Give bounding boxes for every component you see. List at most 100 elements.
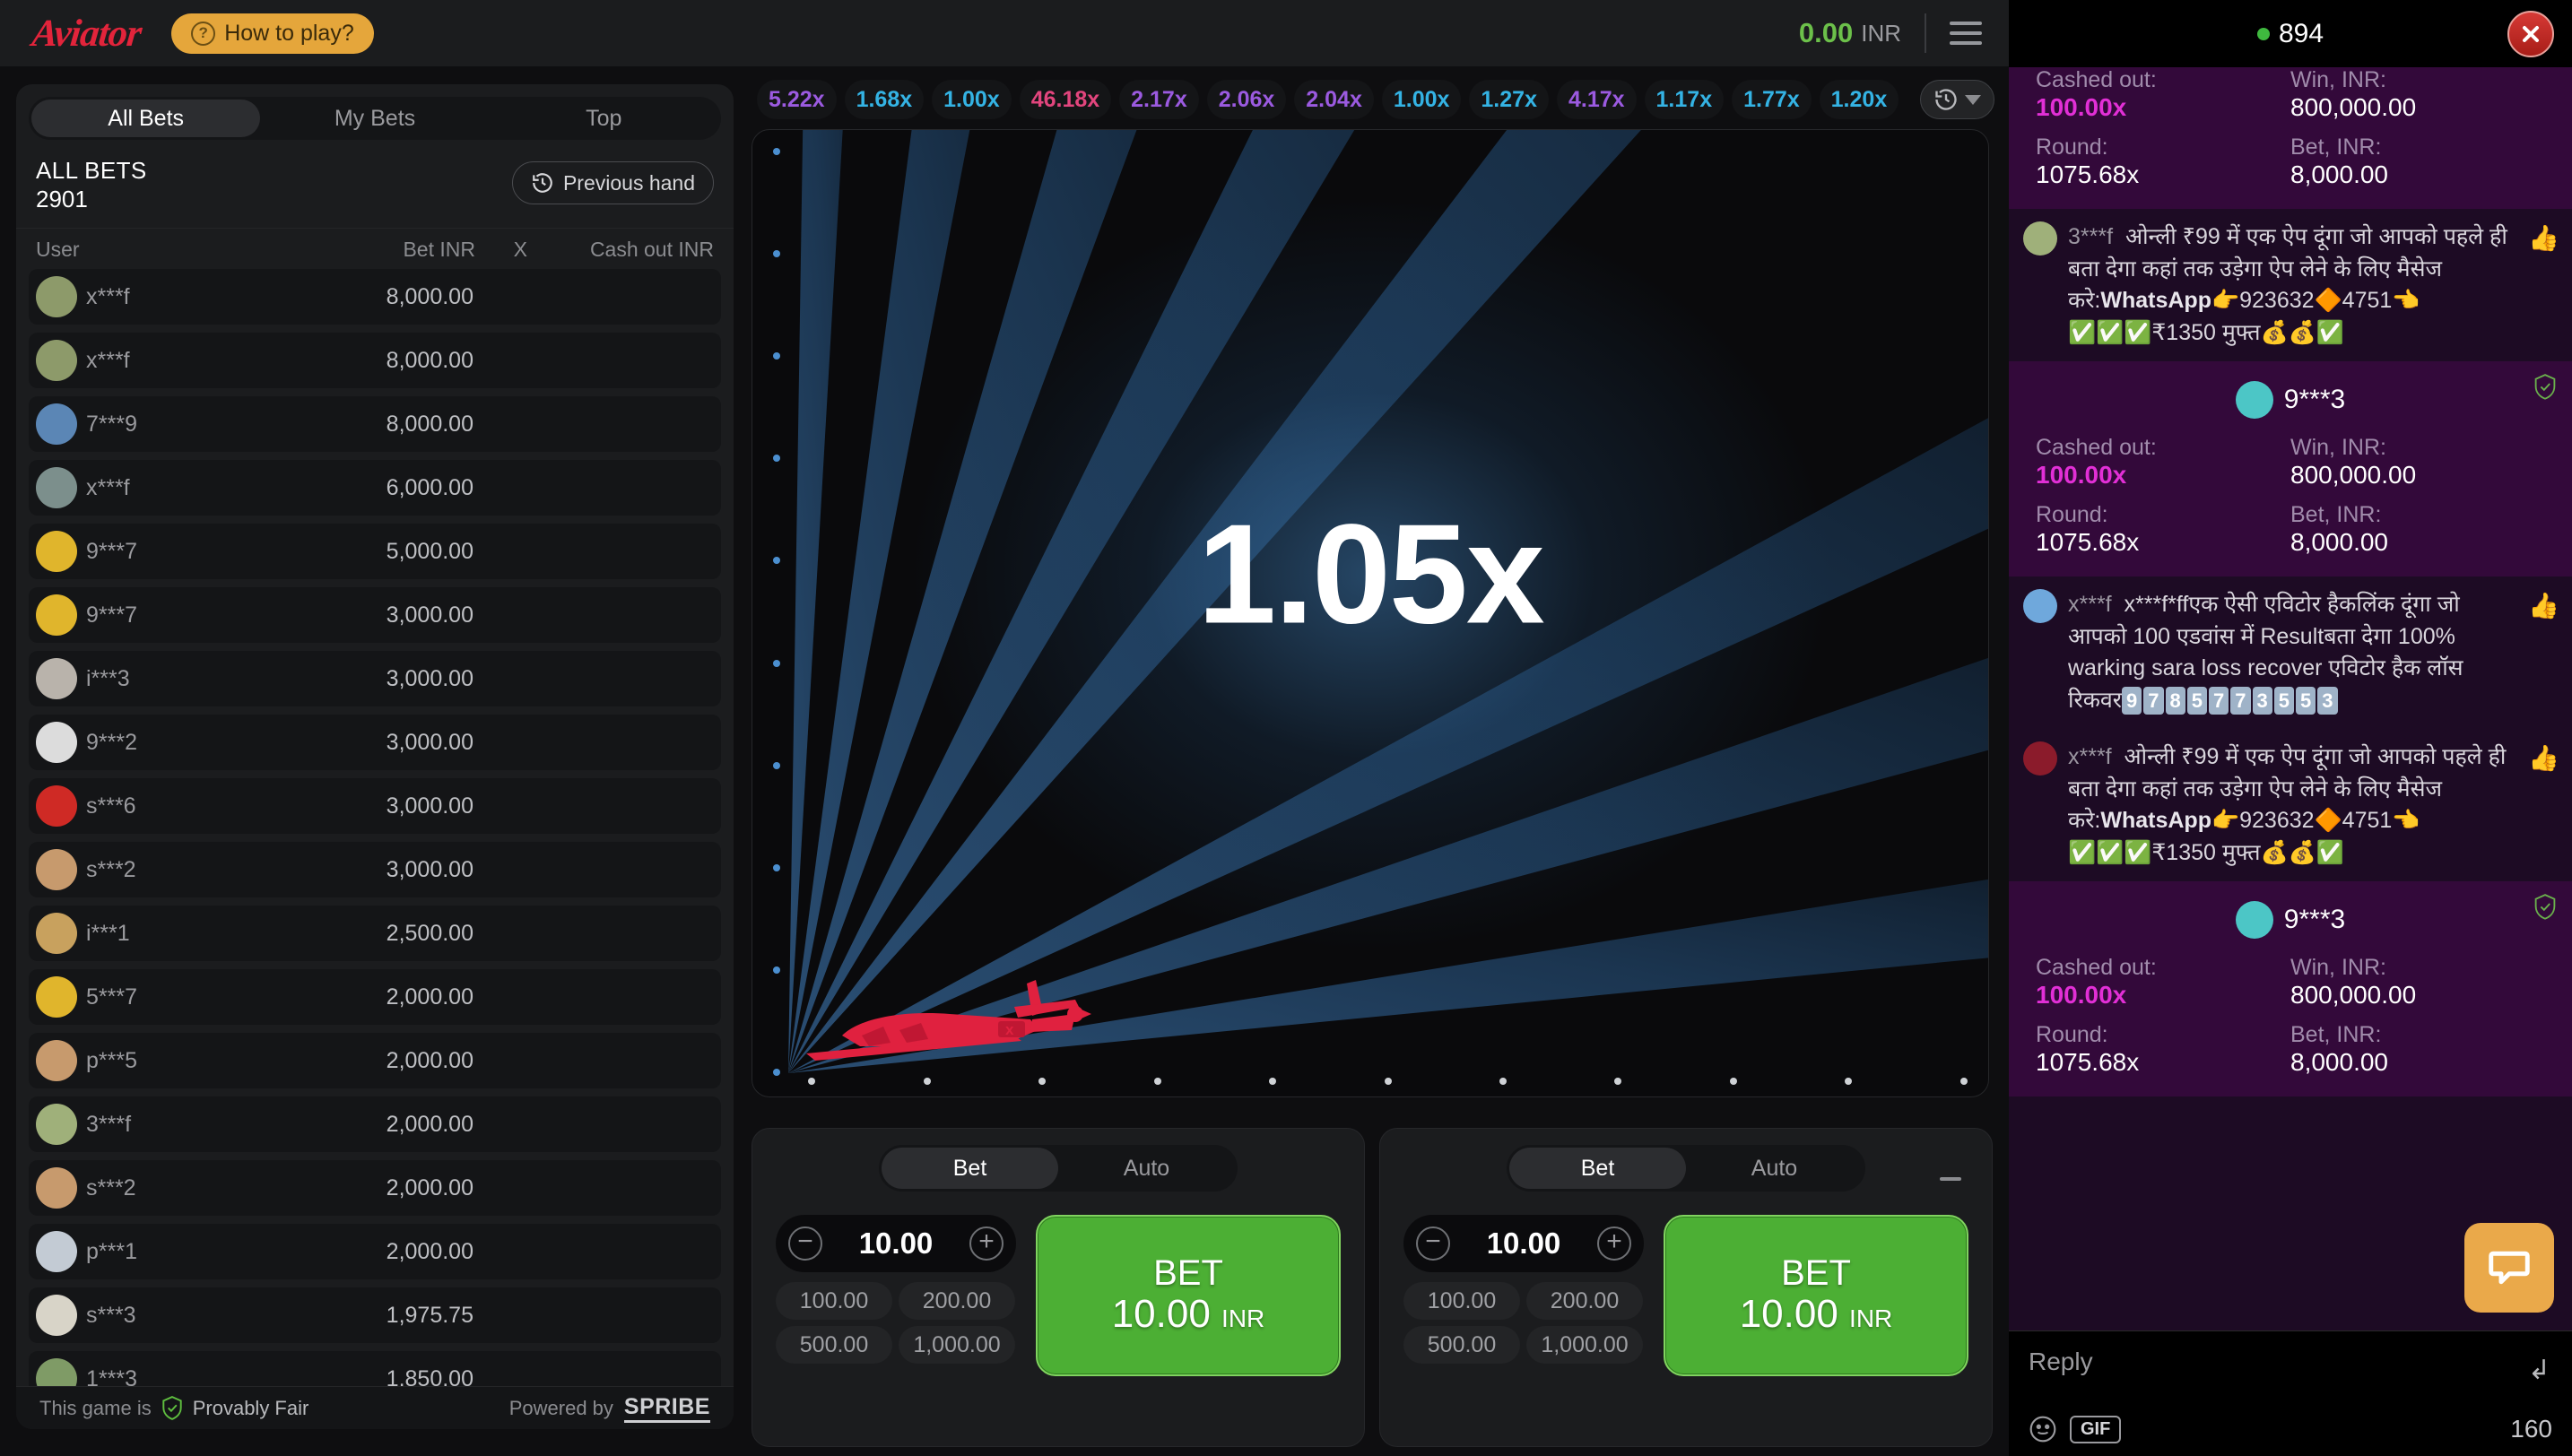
table-row[interactable]: 1***3 1,850.00 (29, 1351, 721, 1386)
tab-top[interactable]: Top (490, 100, 718, 137)
smiley-icon[interactable] (2029, 1415, 2057, 1443)
chat-messages-list[interactable]: Cashed out: 100.00x Win, INR: 800,000.00 Rou… (2009, 67, 2572, 1330)
axis-dot (1499, 1078, 1508, 1085)
bets-list[interactable]: x***f 8,000.00 x***f 8,000.00 7***9 8,000.00 x… (16, 269, 734, 1386)
history-clock-icon (1935, 89, 1957, 110)
win-label: Win, INR: (2290, 435, 2386, 460)
gif-button[interactable]: GIF (2070, 1415, 2122, 1443)
chat-message-text: x***f ओन्ली ₹99 में एक ऐप दूंगा जो आपको … (2068, 744, 2507, 865)
tab-auto[interactable]: Auto (1058, 1148, 1235, 1189)
bet-user: 5***7 (86, 984, 137, 1010)
table-row[interactable]: s***2 2,000.00 (29, 1160, 721, 1217)
bet-amount-value[interactable]: 10.00 (859, 1226, 934, 1261)
column-bet: Bet INR (403, 238, 475, 262)
table-row[interactable]: i***1 2,500.00 (29, 906, 721, 962)
place-bet-button[interactable]: BET 10.00 INR (1036, 1215, 1341, 1376)
quick-amount-3[interactable]: 500.00 (776, 1326, 892, 1364)
table-row[interactable]: p***1 2,000.00 (29, 1224, 721, 1280)
bet-amount: 2,000.00 (386, 1111, 474, 1137)
cashed-out-label: Cashed out: (2036, 67, 2157, 92)
table-row[interactable]: 7***9 8,000.00 (29, 396, 721, 453)
table-row[interactable]: 3***f 2,000.00 (29, 1096, 721, 1153)
table-row[interactable]: s***2 3,000.00 (29, 842, 721, 898)
quick-amount-4[interactable]: 1,000.00 (1526, 1326, 1643, 1364)
multiplier-chip[interactable]: 1.27x (1469, 80, 1549, 119)
collapse-minus-icon[interactable] (1933, 1161, 1968, 1197)
game-area: 5.22x 1.68x 1.00x 46.18x 2.17x 2.06x 2.04x 1.00… (752, 77, 1994, 1097)
multiplier-chip[interactable]: 46.18x (1019, 80, 1112, 119)
multiplier-chip[interactable]: 1.68x (844, 80, 925, 119)
table-row[interactable]: s***3 1,975.75 (29, 1287, 721, 1344)
history-dropdown-button[interactable] (1920, 80, 1994, 119)
minus-circle-icon[interactable]: − (1416, 1226, 1450, 1261)
current-multiplier: 1.05x (1197, 495, 1544, 654)
plus-circle-icon[interactable]: + (1597, 1226, 1631, 1261)
balance-currency: INR (1861, 19, 1901, 47)
quick-amount-2[interactable]: 200.00 (899, 1282, 1015, 1320)
avatar (36, 531, 77, 573)
table-row[interactable]: x***f 6,000.00 (29, 460, 721, 516)
multiplier-chip[interactable]: 1.00x (932, 80, 1012, 119)
chat-panel: 894 Cashed out: 100.00x Win, INR: 800,000.0… (2009, 0, 2572, 1456)
bet-panels: Bet Auto −10.00 +100.00 200.00 500.00 1,000.00… (752, 1128, 1993, 1447)
chat-reply-input[interactable]: Reply (2029, 1348, 2552, 1376)
quick-amount-4[interactable]: 1,000.00 (899, 1326, 1015, 1364)
multiplier-chip[interactable]: 2.17x (1119, 80, 1199, 119)
fair-prefix: This game is (39, 1396, 152, 1419)
table-row[interactable]: x***f 8,000.00 (29, 333, 721, 389)
quantity-stepper: − 10.00 + (776, 1215, 1016, 1272)
round-value: 1075.68x (2036, 1048, 2140, 1076)
quick-amount-1[interactable]: 100.00 (776, 1282, 892, 1320)
multiplier-chip[interactable]: 5.22x (757, 80, 837, 119)
quick-amount-3[interactable]: 500.00 (1403, 1326, 1520, 1364)
table-row[interactable]: 9***2 3,000.00 (29, 715, 721, 771)
quick-amounts: 100.00 200.00 500.00 1,000.00 (776, 1282, 1016, 1364)
bets-panel: All Bets My Bets Top ALL BETS 2901 Previ… (16, 84, 734, 1429)
multiplier-chip[interactable]: 1.77x (1732, 80, 1812, 119)
multiplier-chip[interactable]: 1.00x (1381, 80, 1462, 119)
table-row[interactable]: x***f 8,000.00 (29, 269, 721, 325)
quick-amount-1[interactable]: 100.00 (1403, 1282, 1520, 1320)
multiplier-chip[interactable]: 2.04x (1294, 80, 1374, 119)
table-row[interactable]: 9***7 5,000.00 (29, 524, 721, 580)
bet-user: i***3 (86, 665, 130, 691)
multiplier-chip[interactable]: 4.17x (1556, 80, 1637, 119)
table-row[interactable]: 9***7 3,000.00 (29, 587, 721, 644)
live-chat-button[interactable] (2464, 1223, 2554, 1313)
table-row[interactable]: s***6 3,000.00 (29, 778, 721, 835)
bet-user: x***f (86, 347, 130, 373)
plus-circle-icon[interactable]: + (969, 1226, 1004, 1261)
thumbs-up-icon[interactable]: 👍 (2528, 591, 2559, 620)
tab-all-bets[interactable]: All Bets (31, 100, 261, 137)
tab-bet[interactable]: Bet (882, 1148, 1058, 1189)
tab-auto[interactable]: Auto (1686, 1148, 1863, 1189)
axis-dot (773, 148, 780, 155)
avatar (36, 276, 77, 318)
close-chat-button[interactable] (2507, 11, 2554, 57)
table-row[interactable]: i***3 3,000.00 (29, 651, 721, 707)
provably-fair-bar: This game is Provably Fair Powered by SP… (16, 1386, 734, 1429)
table-row[interactable]: p***5 2,000.00 (29, 1033, 721, 1089)
chat-message: x***f x***f*ffएक ऐसी एविटोर हैकलिंक दूंग… (2009, 576, 2572, 729)
fair-label[interactable]: Provably Fair (193, 1397, 309, 1420)
place-bet-button[interactable]: BET 10.00 INR (1664, 1215, 1968, 1376)
how-to-play-button[interactable]: ? How to play? (171, 13, 374, 54)
thumbs-up-icon[interactable]: 👍 (2528, 223, 2559, 253)
thumbs-up-icon[interactable]: 👍 (2528, 743, 2559, 773)
multiplier-chip[interactable]: 1.20x (1819, 80, 1899, 119)
chat-reply-area: Reply ↲ GIF 160 (2009, 1330, 2572, 1456)
online-count: 894 (2256, 19, 2324, 49)
tab-my-bets[interactable]: My Bets (260, 100, 489, 137)
quick-amount-2[interactable]: 200.00 (1526, 1282, 1643, 1320)
minus-circle-icon[interactable]: − (788, 1226, 822, 1261)
previous-hand-button[interactable]: Previous hand (511, 161, 714, 204)
bet-value: 8,000.00 (2290, 1048, 2388, 1076)
multiplier-chip[interactable]: 2.06x (1206, 80, 1287, 119)
hamburger-menu-icon[interactable] (1950, 22, 1982, 45)
tab-bet[interactable]: Bet (1509, 1148, 1686, 1189)
table-row[interactable]: 5***7 2,000.00 (29, 969, 721, 1026)
chat-message-user: x***f (2068, 744, 2112, 769)
bet-amount-value[interactable]: 10.00 (1487, 1226, 1561, 1261)
multiplier-chip[interactable]: 1.17x (1644, 80, 1725, 119)
chat-message-user: x***f (2068, 592, 2112, 617)
